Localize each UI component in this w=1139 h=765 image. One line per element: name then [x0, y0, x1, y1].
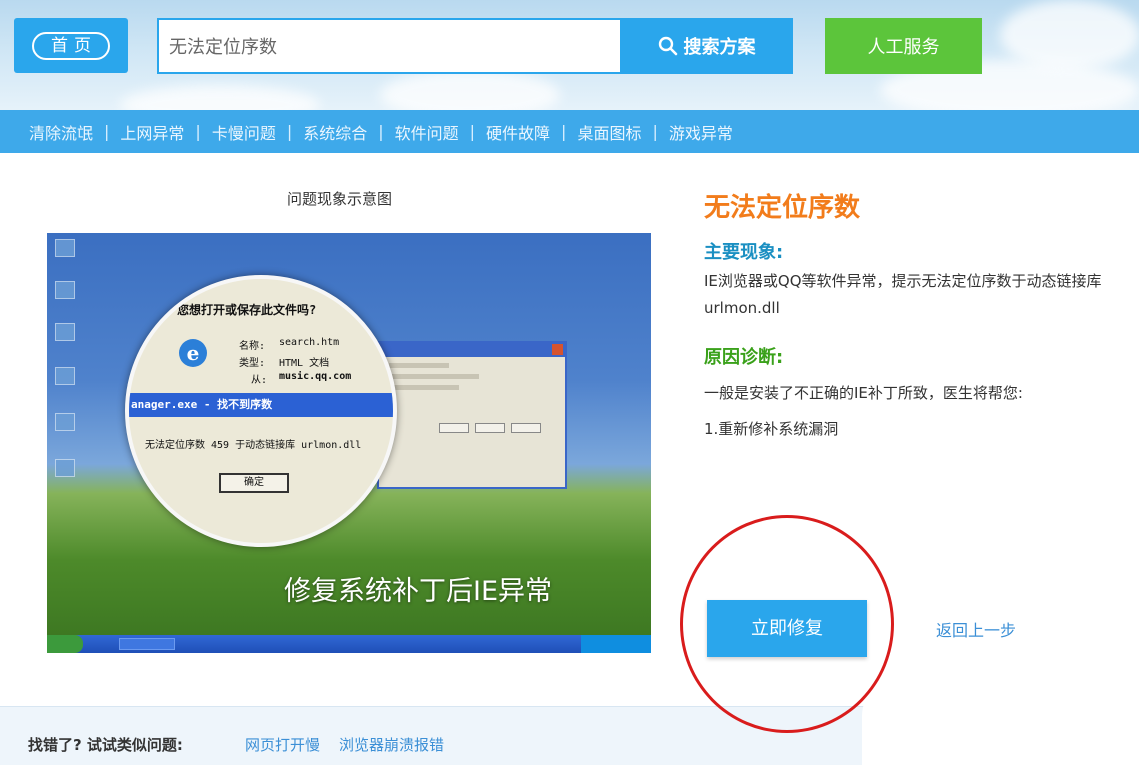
category-nav: 清除流氓 | 上网异常 | 卡慢问题 | 系统综合 | 软件问题 | 硬件故障 … [0, 110, 1139, 153]
nav-separator: | [378, 122, 384, 141]
system-tray [581, 635, 651, 653]
nav-separator: | [652, 122, 658, 141]
from-value: music.qq.com [279, 371, 352, 382]
search-button[interactable]: 搜索方案 [620, 18, 793, 74]
similar-issues-label: 找错了? 试试类似问题: [28, 736, 183, 754]
cloud-decoration [1000, 0, 1139, 70]
nav-item-network[interactable]: 上网异常 [120, 120, 184, 144]
file-type-label: 类型: [239, 358, 266, 369]
nav-separator: | [104, 122, 110, 141]
human-service-label: 人工服务 [867, 37, 940, 58]
taskbar [47, 635, 651, 653]
error-message: 无法定位序数 459 于动态链接库 urlmon.dll [145, 440, 362, 451]
close-icon [552, 344, 563, 355]
desktop-icon [55, 323, 75, 341]
fix-step-1: 1.重新修补系统漏洞 [704, 420, 839, 438]
cloud-decoration [380, 70, 560, 110]
desktop-icon [55, 367, 75, 385]
dialog-title: 您想打开或保存此文件吗? [177, 303, 317, 317]
home-label: 首页 [32, 32, 110, 60]
ok-button: 确定 [219, 473, 289, 493]
white-overlay [862, 676, 1139, 765]
nav-item-slowness[interactable]: 卡慢问题 [212, 120, 276, 144]
magnified-dialog: 您想打开或保存此文件吗? e 名称: search.htm 类型: HTML 文… [125, 275, 397, 547]
header: 首页 搜索方案 人工服务 [0, 0, 1139, 110]
ie-icon: e [179, 339, 207, 367]
start-button [47, 635, 83, 653]
similar-issue-link[interactable]: 网页打开慢 [245, 734, 320, 755]
similar-issue-link[interactable]: 浏览器崩溃报错 [339, 734, 444, 755]
nav-item-hardware[interactable]: 硬件故障 [486, 120, 550, 144]
nav-item-desktop-icons[interactable]: 桌面图标 [577, 120, 641, 144]
background-dialog [377, 341, 567, 489]
error-dialog-title: anager.exe - 找不到序数 [129, 393, 393, 417]
file-name-label: 名称: [239, 341, 266, 352]
from-label: 从: [251, 375, 268, 386]
cloud-decoration [120, 85, 320, 110]
back-link[interactable]: 返回上一步 [936, 617, 1016, 641]
problem-illustration: 您想打开或保存此文件吗? e 名称: search.htm 类型: HTML 文… [47, 233, 651, 653]
nav-separator: | [561, 122, 567, 141]
desktop-icon [55, 239, 75, 257]
home-button[interactable]: 首页 [14, 18, 128, 73]
diagnosis-text: 一般是安装了不正确的IE补丁所致，医生将帮您: [704, 384, 1023, 402]
nav-separator: | [469, 122, 476, 141]
search-icon [658, 36, 677, 56]
nav-item-games[interactable]: 游戏异常 [669, 120, 733, 144]
desktop-icon [55, 281, 75, 299]
nav-separator: | [195, 122, 201, 141]
search-input[interactable] [159, 20, 622, 72]
human-service-button[interactable]: 人工服务 [825, 18, 982, 74]
nav-item-malware[interactable]: 清除流氓 [29, 120, 93, 144]
symptom-heading: 主要现象: [704, 242, 784, 263]
nav-item-software[interactable]: 软件问题 [395, 120, 459, 144]
nav-separator: | [286, 122, 293, 141]
illustration-overlay-text: 修复系统补丁后IE异常 [284, 576, 553, 607]
desktop-icon [55, 413, 75, 431]
file-type-value: HTML 文档 [279, 358, 330, 369]
symptom-text: IE浏览器或QQ等软件异常，提示无法定位序数于动态链接库urlmon.dll [704, 272, 1102, 317]
nav-item-system[interactable]: 系统综合 [303, 120, 367, 144]
taskbar-item [119, 638, 175, 650]
desktop-icon [55, 459, 75, 477]
file-name-value: search.htm [279, 337, 340, 348]
issue-title: 无法定位序数 [704, 193, 861, 223]
search-box [157, 18, 622, 74]
search-button-label: 搜索方案 [683, 37, 756, 58]
highlight-circle [680, 515, 894, 733]
diagnosis-heading: 原因诊断: [704, 347, 784, 368]
illustration-caption: 问题现象示意图 [287, 190, 393, 208]
